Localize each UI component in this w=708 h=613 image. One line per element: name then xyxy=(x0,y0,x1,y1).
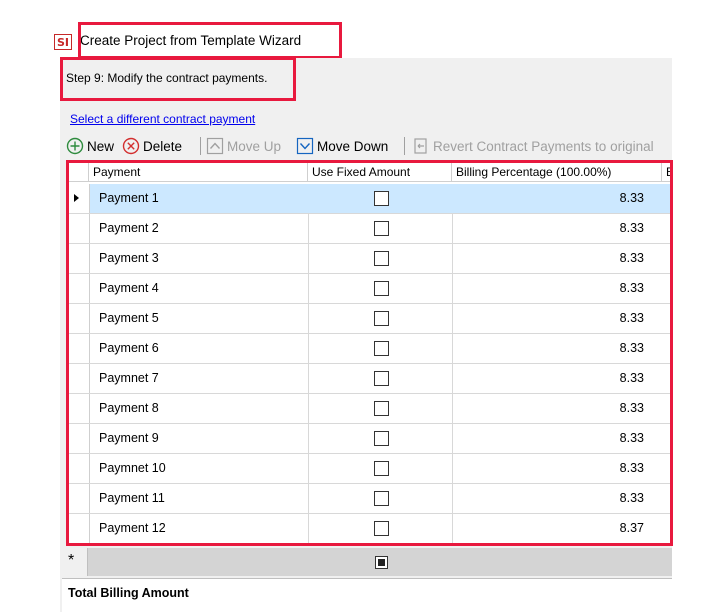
new-button[interactable]: New xyxy=(66,135,114,157)
step-highlight-box xyxy=(60,57,296,101)
select-contract-payment-link[interactable]: Select a different contract payment xyxy=(70,112,255,126)
new-label: New xyxy=(87,138,115,154)
use-fixed-amount-checkbox[interactable] xyxy=(374,491,389,506)
move-up-button[interactable]: Move Up xyxy=(206,135,281,157)
use-fixed-amount-checkbox[interactable] xyxy=(374,311,389,326)
toolbar-separator xyxy=(200,137,201,155)
window-title-bar: SI Create Project from Template Wizard xyxy=(50,22,342,60)
table-row[interactable]: Paymnet 7 8.33 xyxy=(68,364,670,394)
billing-percentage-cell[interactable]: 8.33 xyxy=(620,221,644,235)
row-header[interactable] xyxy=(68,454,90,483)
app-logo-icon: SI xyxy=(54,34,72,50)
window-title: Create Project from Template Wizard xyxy=(80,33,302,48)
billing-percentage-cell[interactable]: 8.33 xyxy=(620,431,644,445)
move-down-button[interactable]: Move Down xyxy=(296,135,388,157)
payment-name-cell[interactable]: Payment 3 xyxy=(99,251,159,265)
use-fixed-amount-checkbox[interactable] xyxy=(374,431,389,446)
use-fixed-amount-checkbox[interactable] xyxy=(374,221,389,236)
new-row-marker: * xyxy=(68,552,75,569)
table-row[interactable]: Payment 6 8.33 xyxy=(68,334,670,364)
new-row-header xyxy=(62,548,88,576)
payments-grid: Payment Use Fixed Amount Billing Percent… xyxy=(66,160,672,544)
payment-name-cell[interactable]: Payment 11 xyxy=(99,491,165,505)
table-row[interactable]: Payment 2 8.33 xyxy=(68,214,670,244)
table-row[interactable]: Payment 11 8.33 xyxy=(68,484,670,514)
revert-label: Revert Contract Payments to original xyxy=(433,138,654,154)
payment-name-cell[interactable]: Paymnet 10 xyxy=(99,461,166,475)
row-header[interactable] xyxy=(68,364,90,393)
row-header[interactable] xyxy=(68,184,90,213)
billing-percentage-cell[interactable]: 8.33 xyxy=(620,341,644,355)
payment-name-cell[interactable]: Payment 9 xyxy=(99,431,159,445)
use-fixed-amount-checkbox[interactable] xyxy=(374,281,389,296)
table-row[interactable]: Payment 4 8.33 xyxy=(68,274,670,304)
use-fixed-amount-checkbox[interactable] xyxy=(374,371,389,386)
move-down-icon xyxy=(296,137,314,155)
move-up-label: Move Up xyxy=(227,138,282,154)
revert-button[interactable]: Revert Contract Payments to original xyxy=(412,135,654,157)
delete-button[interactable]: Delete xyxy=(122,135,182,157)
total-billing-label: Total Billing Amount xyxy=(68,586,189,600)
billing-percentage-cell[interactable]: 8.37 xyxy=(620,521,644,535)
table-row[interactable]: Payment 5 8.33 xyxy=(68,304,670,334)
table-row[interactable]: Payment 3 8.33 xyxy=(68,244,670,274)
row-header[interactable] xyxy=(68,244,90,273)
payment-name-cell[interactable]: Payment 5 xyxy=(99,311,159,325)
delete-circle-icon xyxy=(122,137,140,155)
toolbar-separator xyxy=(404,137,405,155)
payment-name-cell[interactable]: Paymnet 7 xyxy=(99,371,159,385)
revert-icon xyxy=(414,138,427,154)
row-header[interactable] xyxy=(68,484,90,513)
payments-toolbar: New Delete Move Up Move Down Revert Cont… xyxy=(66,135,672,157)
table-row[interactable]: Payment 8 8.33 xyxy=(68,394,670,424)
use-fixed-amount-checkbox[interactable] xyxy=(374,521,389,536)
use-fixed-amount-checkbox[interactable] xyxy=(374,461,389,476)
billing-percentage-cell[interactable]: 8.33 xyxy=(620,191,644,205)
row-header[interactable] xyxy=(68,394,90,423)
row-header[interactable] xyxy=(68,424,90,453)
table-row[interactable]: Payment 9 8.33 xyxy=(68,424,670,454)
current-row-arrow-icon xyxy=(74,194,79,202)
billing-percentage-cell[interactable]: 8.33 xyxy=(620,371,644,385)
billing-percentage-cell[interactable]: 8.33 xyxy=(620,491,644,505)
use-fixed-amount-checkbox[interactable] xyxy=(374,341,389,356)
use-fixed-amount-checkbox[interactable] xyxy=(374,401,389,416)
delete-label: Delete xyxy=(143,138,183,154)
use-fixed-amount-checkbox[interactable] xyxy=(374,251,389,266)
total-billing-bar: Total Billing Amount xyxy=(62,578,672,613)
new-row-fixed-checkbox[interactable] xyxy=(375,556,388,569)
payment-name-cell[interactable]: Payment 2 xyxy=(99,221,159,235)
column-header-billing-percentage[interactable]: Billing Percentage (100.00%) xyxy=(452,162,662,182)
use-fixed-amount-checkbox[interactable] xyxy=(374,191,389,206)
payment-name-cell[interactable]: Payment 12 xyxy=(99,521,166,535)
add-circle-icon xyxy=(66,137,84,155)
row-header[interactable] xyxy=(68,214,90,243)
billing-percentage-cell[interactable]: 8.33 xyxy=(620,251,644,265)
payment-name-cell[interactable]: Payment 4 xyxy=(99,281,159,295)
table-row[interactable]: Payment 12 8.37 xyxy=(68,514,670,544)
row-header[interactable] xyxy=(68,274,90,303)
table-row[interactable]: Payment 1 8.33 xyxy=(68,184,670,214)
column-header-use-fixed-amount[interactable]: Use Fixed Amount xyxy=(308,162,452,182)
row-header-corner xyxy=(68,162,89,182)
move-up-icon xyxy=(206,137,224,155)
row-header[interactable] xyxy=(68,334,90,363)
table-row[interactable]: Paymnet 10 8.33 xyxy=(68,454,670,484)
payment-name-cell[interactable]: Payment 8 xyxy=(99,401,159,415)
row-header[interactable] xyxy=(68,304,90,333)
new-row[interactable]: * xyxy=(62,548,672,576)
payment-name-cell[interactable]: Payment 6 xyxy=(99,341,159,355)
billing-percentage-cell[interactable]: 8.33 xyxy=(620,401,644,415)
billing-percentage-cell[interactable]: 8.33 xyxy=(620,461,644,475)
row-header[interactable] xyxy=(68,514,90,543)
payment-name-cell[interactable]: Payment 1 xyxy=(99,191,159,205)
column-header-next[interactable]: E xyxy=(662,162,672,182)
billing-percentage-cell[interactable]: 8.33 xyxy=(620,311,644,325)
move-down-label: Move Down xyxy=(317,138,389,154)
column-header-payment[interactable]: Payment xyxy=(89,162,308,182)
billing-percentage-cell[interactable]: 8.33 xyxy=(620,281,644,295)
